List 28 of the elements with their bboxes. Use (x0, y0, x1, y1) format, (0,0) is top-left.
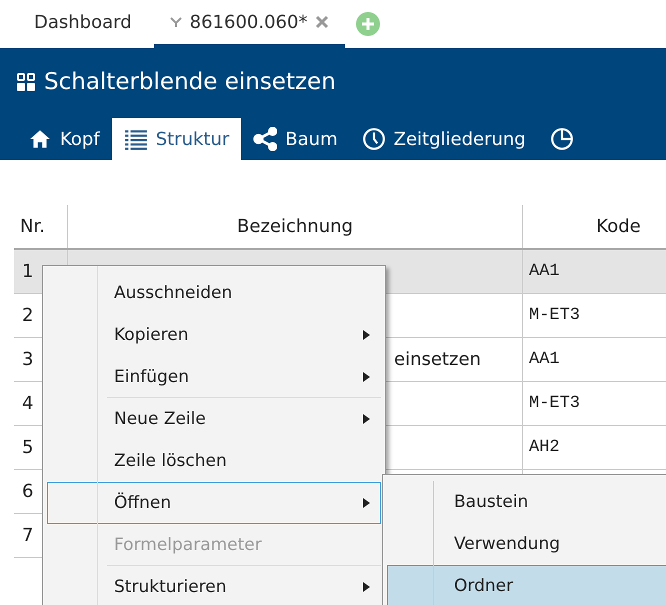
table-cell: M-ET3 (522, 294, 666, 338)
menu-item[interactable]: Öffnen (47, 482, 381, 524)
menu-item[interactable]: Ordner (387, 565, 666, 605)
view-tab[interactable]: Struktur (112, 118, 242, 160)
submenu-arrow-icon (363, 330, 370, 340)
table-cell: AH2 (522, 426, 666, 470)
view-tab[interactable]: Zeitgliederung (350, 118, 538, 160)
menu-item[interactable]: Verwendung (387, 523, 666, 565)
document-tab[interactable]: Dashboard (18, 0, 148, 48)
submenu-arrow-icon (363, 372, 370, 382)
menu-item[interactable]: Baustein (387, 481, 666, 523)
submenu-arrow-icon (363, 498, 370, 508)
view-tab[interactable]: Baum (241, 118, 350, 160)
clock-icon (362, 127, 386, 151)
close-icon[interactable] (315, 15, 330, 29)
submenu-arrow-icon (363, 414, 370, 424)
share-icon (253, 127, 278, 151)
menu-item[interactable]: Strukturieren (47, 566, 381, 605)
record-title: Schalterblende einsetzen (44, 69, 336, 95)
pie-chart-icon (550, 127, 574, 151)
submenu-arrow-icon (363, 582, 370, 592)
table-cell: AA1 (522, 249, 666, 294)
table-cell: M-ET3 (522, 382, 666, 426)
add-tab-icon[interactable] (355, 11, 382, 37)
pin-icon[interactable] (170, 17, 182, 27)
grid-icon (16, 72, 36, 92)
view-tab[interactable]: Kopf (16, 118, 112, 160)
table-cell: AA1 (522, 338, 666, 382)
